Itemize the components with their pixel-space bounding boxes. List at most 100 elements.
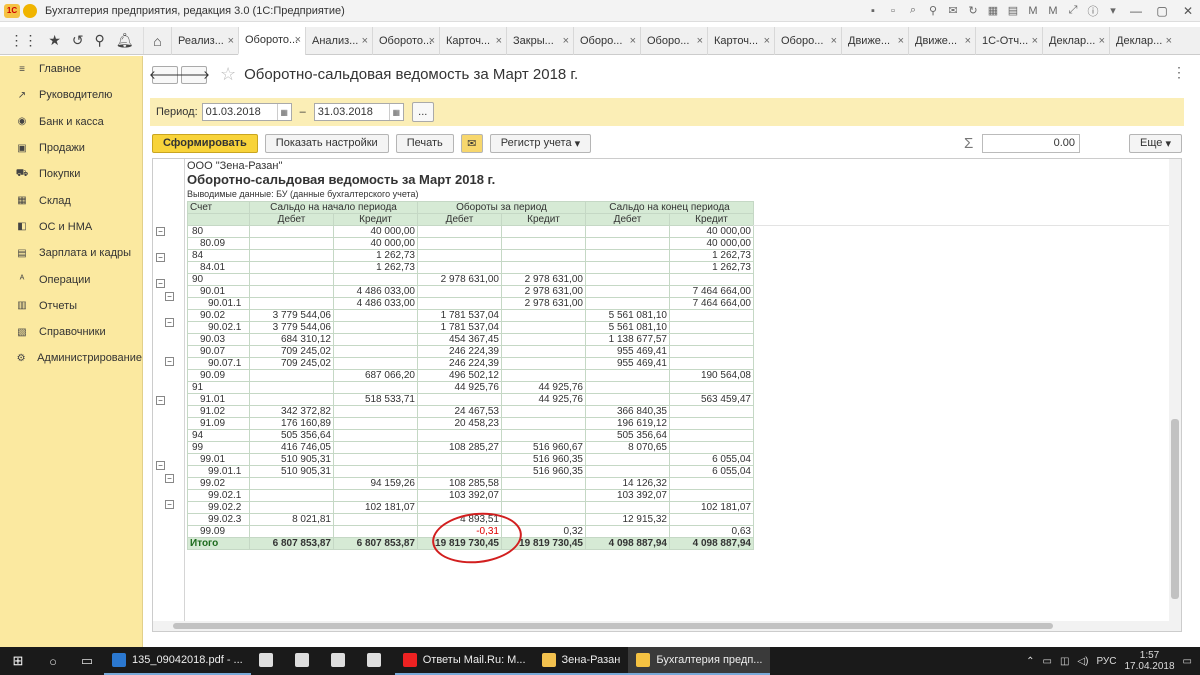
network-icon[interactable]: ◫ <box>1060 656 1069 667</box>
save-icon[interactable]: ▪ <box>864 3 882 19</box>
tab-item[interactable]: Закры... × <box>506 27 573 55</box>
close-tab-icon[interactable]: × <box>1099 35 1105 47</box>
close-tab-icon[interactable]: × <box>563 35 569 47</box>
maximize-icon[interactable]: ▢ <box>1150 3 1174 19</box>
table-row[interactable]: 90.09 687 066,20 496 502,12 190 564,08 <box>187 369 754 382</box>
taskbar-app[interactable] <box>323 647 359 675</box>
tab-item[interactable]: Карточ... × <box>707 27 774 55</box>
collapse-toggle-icon[interactable]: − <box>165 474 174 483</box>
table-row[interactable]: 99.02.1 103 392,07 103 392,07 <box>187 489 754 502</box>
close-tab-icon[interactable]: × <box>1032 35 1038 47</box>
table-row[interactable]: 99 416 746,05 108 285,27 516 960,67 8 070,65 <box>187 441 754 454</box>
tab-item[interactable]: Оборо... × <box>640 27 707 55</box>
search-icon[interactable]: ⌕ <box>904 3 922 19</box>
sidebar-item[interactable]: ▣ Продажи <box>0 135 142 161</box>
history-clock-icon[interactable]: ↺ <box>72 32 84 49</box>
sidebar-item[interactable]: ≡ Главное <box>0 56 142 82</box>
collapse-toggle-icon[interactable]: − <box>165 318 174 327</box>
bell-icon[interactable]: 🔔︎ <box>116 32 134 49</box>
history-icon[interactable]: ↻ <box>964 3 982 19</box>
collapse-toggle-icon[interactable]: − <box>165 292 174 301</box>
more-vertical-icon[interactable]: ⋮ <box>1172 64 1186 81</box>
tab-item[interactable]: Оборо... × <box>573 27 640 55</box>
collapse-toggle-icon[interactable]: − <box>156 396 165 405</box>
task-view-icon[interactable]: ▭ <box>70 647 104 675</box>
tab-item[interactable]: Оборо... × <box>774 27 841 55</box>
calendar-icon[interactable]: ▦ <box>276 104 291 120</box>
taskbar-app[interactable]: 135_09042018.pdf - ... <box>104 647 251 675</box>
close-tab-icon[interactable]: × <box>697 35 703 47</box>
show-settings-button[interactable]: Показать настройки <box>264 133 389 153</box>
period-end-input[interactable]: 31.03.2018 ▦ <box>313 103 404 121</box>
main-menu-button[interactable] <box>23 3 37 18</box>
collapse-toggle-icon[interactable]: − <box>156 253 165 262</box>
collapse-toggle-icon[interactable]: − <box>165 500 174 509</box>
clock[interactable]: 1:57 17.04.2018 <box>1124 650 1174 672</box>
close-tab-icon[interactable]: × <box>831 35 837 47</box>
table-row[interactable]: 99.01.1 510 905,31 516 960,35 6 055,04 <box>187 465 754 478</box>
tab-item[interactable]: Деклар... × <box>1109 27 1176 55</box>
print-icon[interactable]: ▫ <box>884 3 902 19</box>
notifications-icon[interactable]: ▭ <box>1183 656 1192 667</box>
horizontal-scroll-thumb[interactable] <box>173 623 1053 629</box>
tab-item[interactable]: Движе... × <box>841 27 908 55</box>
register-dropdown[interactable]: Регистр учета ▾ <box>489 133 592 153</box>
collapse-toggle-icon[interactable]: − <box>156 461 165 470</box>
sections-grid-icon[interactable]: ⋮⋮ <box>9 32 37 49</box>
table-row[interactable]: 80 40 000,00 40 000,00 <box>187 225 754 238</box>
report-sheet[interactable]: − − − − − − − − − − ООО "Зена-Разан" Оборотно-сал… <box>152 158 1182 632</box>
sidebar-item[interactable]: ◧ ОС и НМА <box>0 214 142 240</box>
taskbar-app[interactable]: Ответы Mail.Ru: M... <box>394 647 534 675</box>
taskbar-app[interactable] <box>359 647 395 675</box>
back-button[interactable]: 🡐 <box>149 65 181 84</box>
taskbar-app[interactable] <box>287 647 323 675</box>
close-icon[interactable]: ✕ <box>1176 3 1200 19</box>
sidebar-item[interactable]: ⚙ Администрирование <box>0 345 142 371</box>
table-row[interactable]: 99.01 510 905,31 516 960,35 6 055,04 <box>187 453 754 466</box>
tab-item[interactable]: Реализ... × <box>171 27 238 55</box>
table-row[interactable]: 80.09 40 000,00 40 000,00 <box>187 237 754 250</box>
table-row[interactable]: 99.02 94 159,26 108 285,58 14 126,32 <box>187 477 754 490</box>
table-row[interactable]: 90.07 709 245,02 246 224,39 955 469,41 <box>187 345 754 358</box>
sidebar-item[interactable]: ▧ Справочники <box>0 319 142 345</box>
battery-icon[interactable]: ▭ <box>1043 656 1052 667</box>
tab-item[interactable]: Анализ... × <box>305 27 372 55</box>
close-tab-icon[interactable]: × <box>362 35 368 47</box>
zoom-icon[interactable]: ⤢ <box>1064 3 1082 19</box>
tab-item[interactable]: 1С-Отч... × <box>975 27 1042 55</box>
table-row[interactable]: 90.03 684 310,12 454 367,45 1 138 677,57 <box>187 333 754 346</box>
table-row[interactable]: 90 2 978 631,00 2 978 631,00 <box>187 273 754 286</box>
table-row[interactable]: 90.02.1 3 779 544,06 1 781 537,04 5 561 081… <box>187 321 754 334</box>
forward-button[interactable]: 🡒 <box>178 65 210 84</box>
close-tab-icon[interactable]: × <box>965 35 971 47</box>
input-language[interactable]: РУС <box>1096 656 1116 667</box>
favorites-star-icon[interactable]: ★ <box>48 32 61 49</box>
close-tab-icon[interactable]: × <box>764 35 770 47</box>
table-row[interactable]: 84.01 1 262,73 1 262,73 <box>187 261 754 274</box>
horizontal-scrollbar[interactable] <box>153 621 1181 631</box>
calendar-icon[interactable]: ▦ <box>984 3 1002 19</box>
table-row[interactable]: 84 1 262,73 1 262,73 <box>187 249 754 262</box>
sidebar-item[interactable]: ⛟ Покупки <box>0 161 142 187</box>
close-tab-icon[interactable]: × <box>630 35 636 47</box>
help-icon[interactable]: ▾ <box>1104 3 1122 19</box>
table-row[interactable]: 90.02 3 779 544,06 1 781 537,04 5 561 081,1… <box>187 309 754 322</box>
windows-start-icon[interactable]: ⊞ <box>0 647 36 675</box>
sidebar-item[interactable]: ▥ Отчеты <box>0 293 142 319</box>
taskbar-app[interactable] <box>251 647 287 675</box>
table-row[interactable]: 91.02 342 372,82 24 467,53 366 840,35 <box>187 405 754 418</box>
period-start-input[interactable]: 01.03.2018 ▦ <box>201 103 292 121</box>
tab-item[interactable]: Оборото... × <box>238 27 305 55</box>
calculator-icon[interactable]: ▤ <box>1004 3 1022 19</box>
table-row[interactable]: 90.01 4 486 033,00 2 978 631,00 7 464 664,0… <box>187 285 754 298</box>
send-mail-button[interactable]: ✉ <box>460 133 483 153</box>
sum-field[interactable]: 0.00 <box>982 133 1080 153</box>
tab-item[interactable]: Оборото... × <box>372 27 439 55</box>
sidebar-item[interactable]: ◉ Банк и касса <box>0 109 142 135</box>
sidebar-item[interactable]: ▤ Зарплата и кадры <box>0 240 142 266</box>
collapse-toggle-icon[interactable]: − <box>156 279 165 288</box>
taskbar-app[interactable]: Зена-Разан <box>533 647 629 675</box>
table-row[interactable]: 99.02.2 102 181,07 102 181,07 <box>187 501 754 514</box>
table-row[interactable]: 94 505 356,64 505 356,64 <box>187 429 754 442</box>
volume-icon[interactable]: ◁) <box>1077 656 1088 667</box>
